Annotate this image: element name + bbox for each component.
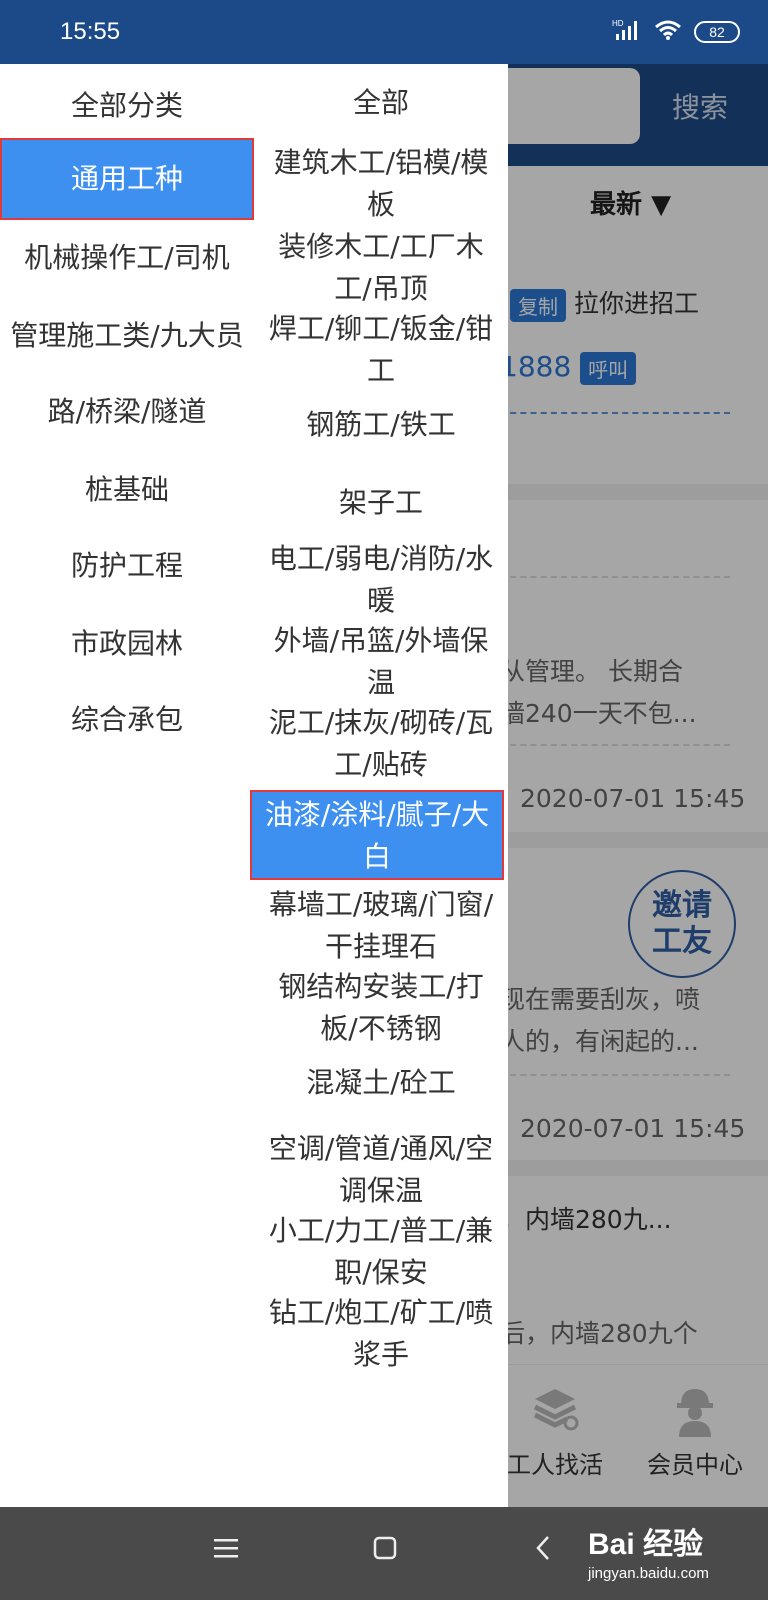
battery-indicator: 82	[694, 21, 740, 43]
baidu-jingyan-watermark: Bai 经验 jingyan.baidu.com	[588, 1519, 709, 1582]
subcategory-item[interactable]: 外墙/吊篮/外墙保 温	[254, 620, 508, 704]
system-nav-bar: Bai 经验 jingyan.baidu.com	[0, 1507, 768, 1600]
subcategory-item[interactable]: 泥工/抹灰/砌砖/瓦 工/贴砖	[254, 702, 508, 786]
category-pile-foundation[interactable]: 桩基础	[0, 468, 254, 508]
status-time: 15:55	[60, 18, 121, 45]
category-drawer: 全部分类 通用工种 机械操作工/司机 管理施工类/九大员 路/桥梁/隧道 桩基础…	[0, 64, 508, 1507]
watermark-url: jingyan.baidu.com	[588, 1565, 709, 1582]
status-icons: HD 82	[612, 18, 740, 46]
watermark-main: Bai 经验	[588, 1528, 704, 1561]
category-general-contracting[interactable]: 综合承包	[0, 698, 254, 738]
category-municipal-landscape[interactable]: 市政园林	[0, 622, 254, 662]
subcategory-item[interactable]: 钢结构安装工/打 板/不锈钢	[254, 966, 508, 1050]
category-general-trades[interactable]: 通用工种	[0, 138, 254, 220]
status-bar: 15:55 HD 82	[0, 0, 768, 64]
subcategory-item[interactable]: 架子工	[254, 482, 508, 524]
all-categories-header[interactable]: 全部分类	[0, 84, 254, 128]
menu-icon[interactable]	[212, 1529, 240, 1573]
wifi-icon	[654, 19, 682, 45]
subcategory-item[interactable]: 焊工/铆工/钣金/钳 工	[254, 308, 508, 392]
subcategory-item[interactable]: 钢筋工/铁工	[254, 404, 508, 446]
subcategory-item[interactable]: 幕墙工/玻璃/门窗/ 干挂理石	[254, 884, 508, 968]
category-road-bridge-tunnel[interactable]: 路/桥梁/隧道	[0, 390, 254, 430]
category-machinery-driver[interactable]: 机械操作工/司机	[0, 236, 254, 276]
hd-label: HD	[612, 19, 624, 28]
subcategory-item[interactable]: 钻工/炮工/矿工/喷 浆手	[254, 1292, 508, 1376]
subcategory-item[interactable]: 空调/管道/通风/空 调保温	[254, 1128, 508, 1212]
subcategory-item[interactable]: 装修木工/工厂木 工/吊顶	[254, 226, 508, 310]
subcategory-item[interactable]: 小工/力工/普工/兼 职/保安	[254, 1210, 508, 1294]
home-icon[interactable]	[372, 1529, 400, 1573]
subcategory-item-selected[interactable]: 油漆/涂料/腻子/大 白	[250, 790, 504, 880]
subcategory-item[interactable]: 建筑木工/铝模/模 板	[254, 142, 508, 226]
category-construction-management[interactable]: 管理施工类/九大员	[0, 314, 254, 354]
subcategory-item[interactable]: 混凝土/砼工	[254, 1062, 508, 1104]
signal-icon: HD	[612, 18, 642, 46]
category-protection-engineering[interactable]: 防护工程	[0, 544, 254, 584]
back-icon[interactable]	[534, 1529, 554, 1573]
subcategory-item[interactable]: 电工/弱电/消防/水 暖	[254, 538, 508, 622]
subcategory-all[interactable]: 全部	[254, 82, 508, 124]
